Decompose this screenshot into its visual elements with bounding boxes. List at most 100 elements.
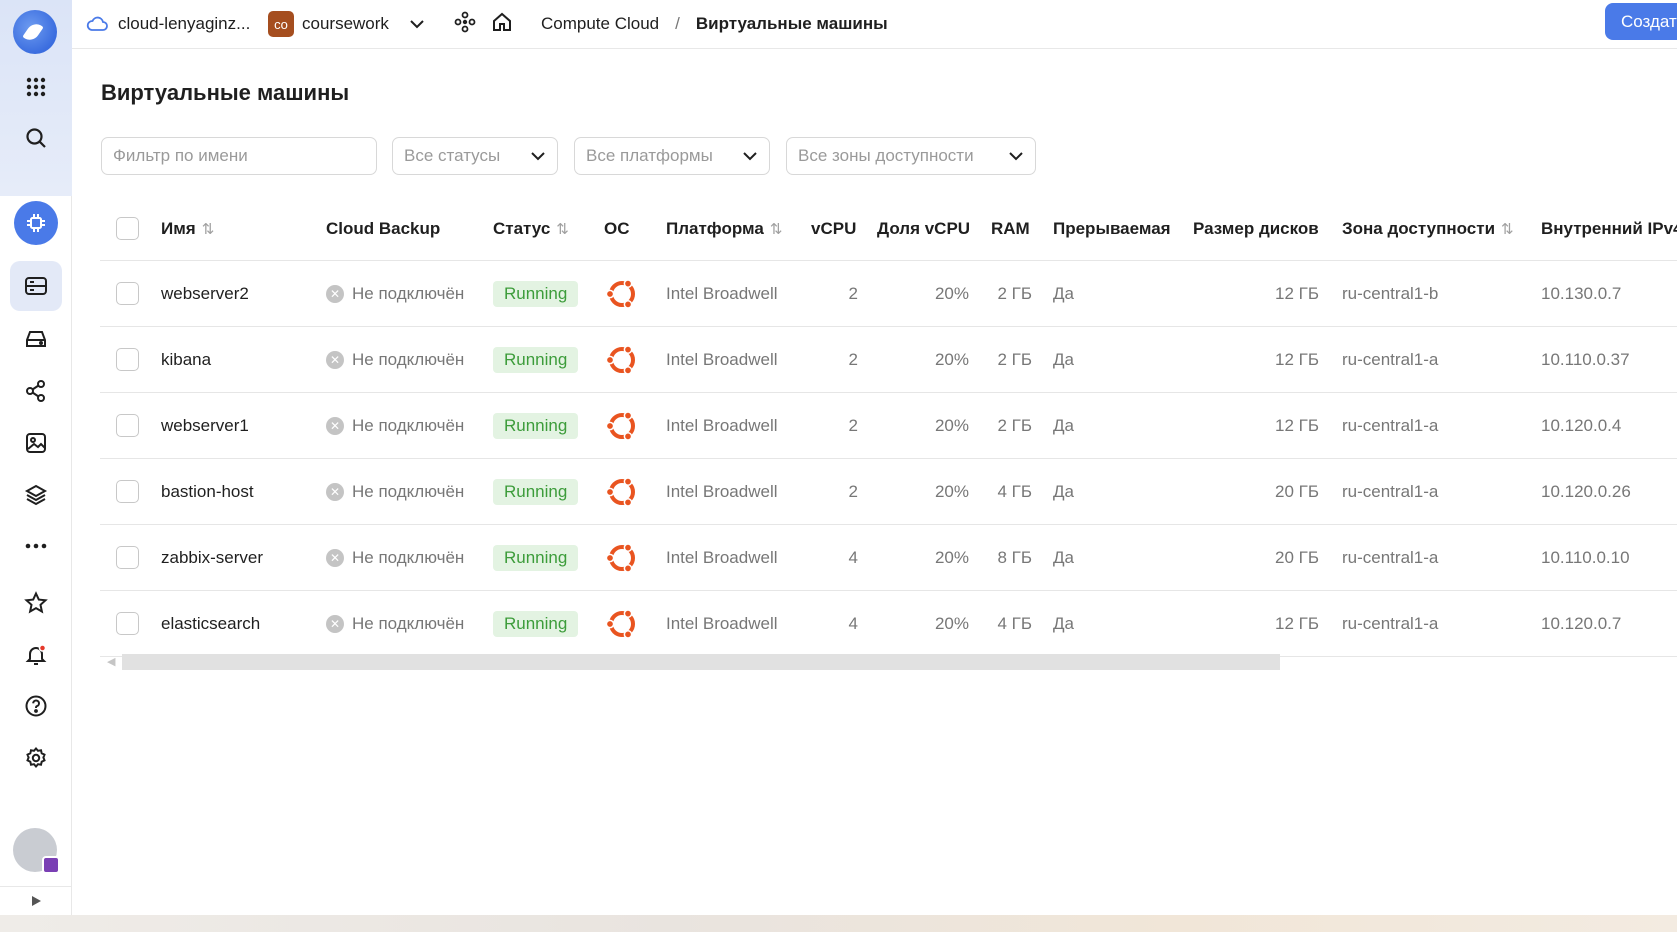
- horizontal-scrollbar[interactable]: [122, 654, 1280, 670]
- row-checkbox[interactable]: [116, 282, 139, 305]
- column-status-label: Статус: [493, 218, 551, 238]
- ubuntu-icon: [605, 344, 635, 375]
- vm-vcpu: 2: [848, 481, 858, 501]
- page-title: Виртуальные машины: [101, 80, 350, 105]
- folder-selector[interactable]: co coursework: [268, 11, 425, 37]
- status-badge: Running: [493, 280, 579, 307]
- star-icon[interactable]: [10, 578, 62, 628]
- folder-name: coursework: [302, 14, 389, 33]
- yandex-cloud-logo-icon[interactable]: [13, 10, 57, 54]
- scroll-left-arrow-icon[interactable]: ◀: [107, 655, 115, 668]
- settings-gear-icon[interactable]: [10, 733, 62, 783]
- ubuntu-icon: [605, 542, 635, 573]
- vm-vcpu: 4: [848, 613, 858, 633]
- vm-preemptible: Да: [1053, 547, 1074, 567]
- vm-name[interactable]: kibana: [161, 350, 211, 370]
- table-row[interactable]: bastion-host ✕ Не подключён Running Inte…: [100, 459, 1677, 525]
- table-row[interactable]: webserver2 ✕ Не подключён Running Intel …: [100, 261, 1677, 327]
- chevron-down-icon: [1009, 152, 1023, 161]
- vm-ram: 2 ГБ: [997, 283, 1032, 303]
- create-vm-button[interactable]: Создат: [1605, 3, 1677, 40]
- status-badge: Running: [493, 412, 579, 439]
- column-zone-header[interactable]: Зона доступности ⇅: [1342, 197, 1514, 260]
- row-checkbox[interactable]: [116, 612, 139, 635]
- notifications-bell-icon[interactable]: [10, 630, 62, 680]
- status-badge: Running: [493, 478, 579, 505]
- vm-platform: Intel Broadwell: [666, 613, 778, 633]
- vm-backup: Не подключён: [352, 415, 465, 435]
- column-os-label: ОС: [604, 218, 630, 238]
- name-filter-input[interactable]: [113, 146, 365, 166]
- network-icon[interactable]: [10, 366, 62, 416]
- vm-name[interactable]: zabbix-server: [161, 548, 263, 568]
- layers-icon[interactable]: [10, 470, 62, 520]
- table-row[interactable]: webserver1 ✕ Не подключён Running Intel …: [100, 393, 1677, 459]
- vm-vcpu-share: 20%: [934, 283, 969, 303]
- platform-filter-label: Все платформы: [586, 146, 713, 165]
- compute-cloud-icon[interactable]: [10, 198, 62, 248]
- column-ram-label: RAM: [991, 218, 1030, 238]
- vm-table: Имя ⇅ Cloud Backup Статус ⇅ ОС Платформа ⇅ …: [100, 197, 1677, 657]
- app-root: cloud-lenyaginz... co coursework Compute…: [0, 0, 1677, 932]
- table-row[interactable]: kibana ✕ Не подключён Running Intel Broa…: [100, 327, 1677, 393]
- more-icon[interactable]: [10, 521, 62, 571]
- column-os-header: ОС: [604, 197, 630, 260]
- help-icon[interactable]: [10, 681, 62, 731]
- services-grid-icon[interactable]: [10, 62, 62, 112]
- table-row[interactable]: zabbix-server ✕ Не подключён Running Int…: [100, 525, 1677, 591]
- vm-name[interactable]: bastion-host: [161, 482, 254, 502]
- select-all-checkbox[interactable]: [116, 217, 139, 240]
- platform-filter-select[interactable]: Все платформы: [574, 137, 770, 175]
- table-row[interactable]: elasticsearch ✕ Не подключён Running Int…: [100, 591, 1677, 657]
- backup-disabled-icon: ✕: [326, 416, 344, 435]
- vm-disk-size: 20 ГБ: [1275, 547, 1319, 567]
- vm-vcpu: 2: [848, 415, 858, 435]
- column-platform-label: Платформа: [666, 218, 764, 238]
- folder-badge: co: [268, 11, 294, 37]
- row-checkbox[interactable]: [116, 414, 139, 437]
- vm-vcpu: 2: [848, 349, 858, 369]
- disks-icon[interactable]: [10, 314, 62, 364]
- column-name-header[interactable]: Имя ⇅: [161, 197, 214, 260]
- ubuntu-icon: [605, 608, 635, 639]
- vm-vcpu-share: 20%: [934, 613, 969, 633]
- table-header-row: Имя ⇅ Cloud Backup Статус ⇅ ОС Платформа ⇅ …: [100, 197, 1677, 261]
- vm-vcpu-share: 20%: [934, 415, 969, 435]
- vm-backup: Не подключён: [352, 481, 465, 501]
- images-icon[interactable]: [10, 418, 62, 468]
- status-badge: Running: [493, 346, 579, 373]
- vm-vcpu: 2: [848, 283, 858, 303]
- vm-ipv4: 10.130.0.7: [1541, 283, 1622, 303]
- status-filter-select[interactable]: Все статусы: [392, 137, 558, 175]
- zone-filter-select[interactable]: Все зоны доступности: [786, 137, 1036, 175]
- vm-preemptible: Да: [1053, 613, 1074, 633]
- vm-name[interactable]: webserver2: [161, 284, 249, 304]
- status-badge: Running: [493, 610, 579, 637]
- name-filter-field[interactable]: [101, 137, 377, 175]
- column-ipv4-header: Внутренний IPv4: [1541, 197, 1677, 260]
- vm-name[interactable]: elasticsearch: [161, 614, 260, 634]
- row-checkbox[interactable]: [116, 480, 139, 503]
- vm-platform: Intel Broadwell: [666, 415, 778, 435]
- home-icon[interactable]: [491, 11, 513, 38]
- column-status-header[interactable]: Статус ⇅: [493, 197, 569, 260]
- column-platform-header[interactable]: Платформа ⇅: [666, 197, 782, 260]
- column-disk-size-header: Размер дисков: [1193, 197, 1319, 260]
- column-name-label: Имя: [161, 218, 196, 238]
- vm-ipv4: 10.110.0.10: [1541, 547, 1630, 567]
- ubuntu-icon: [605, 476, 635, 507]
- sort-icon: ⇅: [769, 220, 783, 238]
- row-checkbox[interactable]: [116, 348, 139, 371]
- row-checkbox[interactable]: [116, 546, 139, 569]
- resource-graph-icon[interactable]: [454, 11, 476, 38]
- vm-ipv4: 10.120.0.7: [1541, 613, 1622, 633]
- backup-disabled-icon: ✕: [326, 614, 344, 633]
- search-icon[interactable]: [10, 113, 62, 163]
- expand-rail-icon[interactable]: [0, 886, 72, 915]
- cloud-selector[interactable]: cloud-lenyaginz...: [86, 14, 250, 34]
- vm-vcpu-share: 20%: [934, 349, 969, 369]
- vm-name[interactable]: webserver1: [161, 416, 249, 436]
- virtual-machines-icon[interactable]: [10, 261, 62, 311]
- breadcrumb-compute-cloud[interactable]: Compute Cloud: [541, 14, 659, 34]
- column-backup-header: Cloud Backup: [326, 197, 440, 260]
